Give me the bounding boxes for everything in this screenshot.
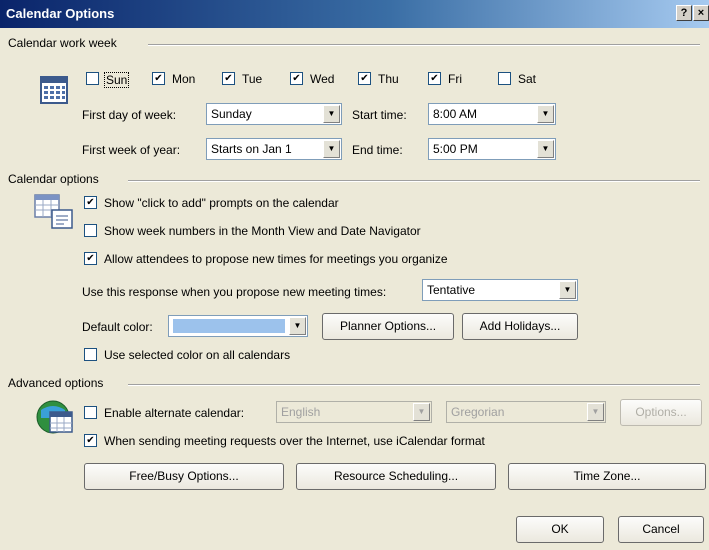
add-holidays-button[interactable]: Add Holidays... [462,313,578,340]
color-swatch [173,319,285,333]
calendar-grid-icon [40,76,68,104]
response-value: Tentative [427,283,476,297]
calendar-options-group-title: Calendar options [8,172,99,186]
chevron-down-icon[interactable]: ▼ [289,317,306,335]
time-zone-button[interactable]: Time Zone... [508,463,706,490]
alternate-language-value: English [281,405,321,419]
label-sun[interactable]: Sun [104,72,130,88]
help-button[interactable]: ? [676,5,692,21]
first-week-label: First week of year: [82,143,181,157]
alternate-language-select[interactable]: English ▼ [276,401,432,423]
ok-button[interactable]: OK [516,516,604,543]
first-week-select[interactable]: Starts on Jan 1 ▼ [206,138,342,160]
free-busy-options-button[interactable]: Free/Busy Options... [84,463,284,490]
response-select[interactable]: Tentative ▼ [422,279,578,301]
checkbox-use-selected-color[interactable] [84,348,97,361]
start-time-select[interactable]: 8:00 AM ▼ [428,103,556,125]
label-sat[interactable]: Sat [518,72,536,86]
cancel-button[interactable]: Cancel [618,516,704,543]
alternate-type-select[interactable]: Gregorian ▼ [446,401,606,423]
close-button[interactable]: × [693,5,709,21]
calendar-options-icon [34,194,73,229]
checkbox-tue[interactable] [222,72,235,85]
allow-attendees-label[interactable]: Allow attendees to propose new times for… [104,252,448,266]
alternate-type-value: Gregorian [451,405,505,419]
checkbox-allow-attendees[interactable] [84,252,97,265]
globe-calendar-icon [36,400,73,434]
advanced-options-group-title: Advanced options [8,376,104,390]
checkbox-wed[interactable] [290,72,303,85]
planner-options-button[interactable]: Planner Options... [322,313,454,340]
first-week-value: Starts on Jan 1 [211,142,292,156]
chevron-down-icon[interactable]: ▼ [537,105,554,123]
chevron-down-icon[interactable]: ▼ [413,403,430,421]
label-mon[interactable]: Mon [172,72,195,86]
show-click-to-add-label[interactable]: Show "click to add" prompts on the calen… [104,196,339,210]
alternate-calendar-label[interactable]: Enable alternate calendar: [104,406,244,420]
start-time-label: Start time: [352,108,407,122]
first-day-select[interactable]: Sunday ▼ [206,103,342,125]
start-time-value: 8:00 AM [433,107,478,121]
resource-scheduling-button[interactable]: Resource Scheduling... [296,463,496,490]
label-tue[interactable]: Tue [242,72,262,86]
advanced-options-separator [128,384,700,386]
default-color-select[interactable]: ▼ [168,315,308,337]
checkbox-fri[interactable] [428,72,441,85]
checkbox-sun[interactable] [86,72,99,85]
response-label: Use this response when you propose new m… [82,285,387,299]
checkbox-thu[interactable] [358,72,371,85]
chevron-down-icon[interactable]: ▼ [587,403,604,421]
checkbox-show-click-to-add[interactable] [84,196,97,209]
work-week-group-title: Calendar work week [8,36,117,50]
default-color-label: Default color: [82,320,153,334]
first-day-value: Sunday [211,107,252,121]
label-thu[interactable]: Thu [378,72,399,86]
calendar-options-separator [128,180,700,182]
end-time-value: 5:00 PM [433,142,478,156]
checkbox-sat[interactable] [498,72,511,85]
checkbox-mon[interactable] [152,72,165,85]
first-day-label: First day of week: [82,108,177,122]
chevron-down-icon[interactable]: ▼ [537,140,554,158]
chevron-down-icon[interactable]: ▼ [323,105,340,123]
alternate-options-button[interactable]: Options... [620,399,702,426]
calendar-options-dialog: Calendar Options ? × Calendar work week … [0,0,709,550]
use-selected-color-label[interactable]: Use selected color on all calendars [104,348,290,362]
title-bar[interactable]: Calendar Options ? × [0,0,709,28]
label-fri[interactable]: Fri [448,72,462,86]
checkbox-show-week-numbers[interactable] [84,224,97,237]
checkbox-icalendar[interactable] [84,434,97,447]
label-wed[interactable]: Wed [310,72,334,86]
checkbox-alternate-calendar[interactable] [84,406,97,419]
chevron-down-icon[interactable]: ▼ [559,281,576,299]
end-time-label: End time: [352,143,403,157]
chevron-down-icon[interactable]: ▼ [323,140,340,158]
end-time-select[interactable]: 5:00 PM ▼ [428,138,556,160]
window-title: Calendar Options [6,6,115,21]
work-week-separator [148,44,700,46]
icalendar-label[interactable]: When sending meeting requests over the I… [104,434,485,448]
show-week-numbers-label[interactable]: Show week numbers in the Month View and … [104,224,421,238]
